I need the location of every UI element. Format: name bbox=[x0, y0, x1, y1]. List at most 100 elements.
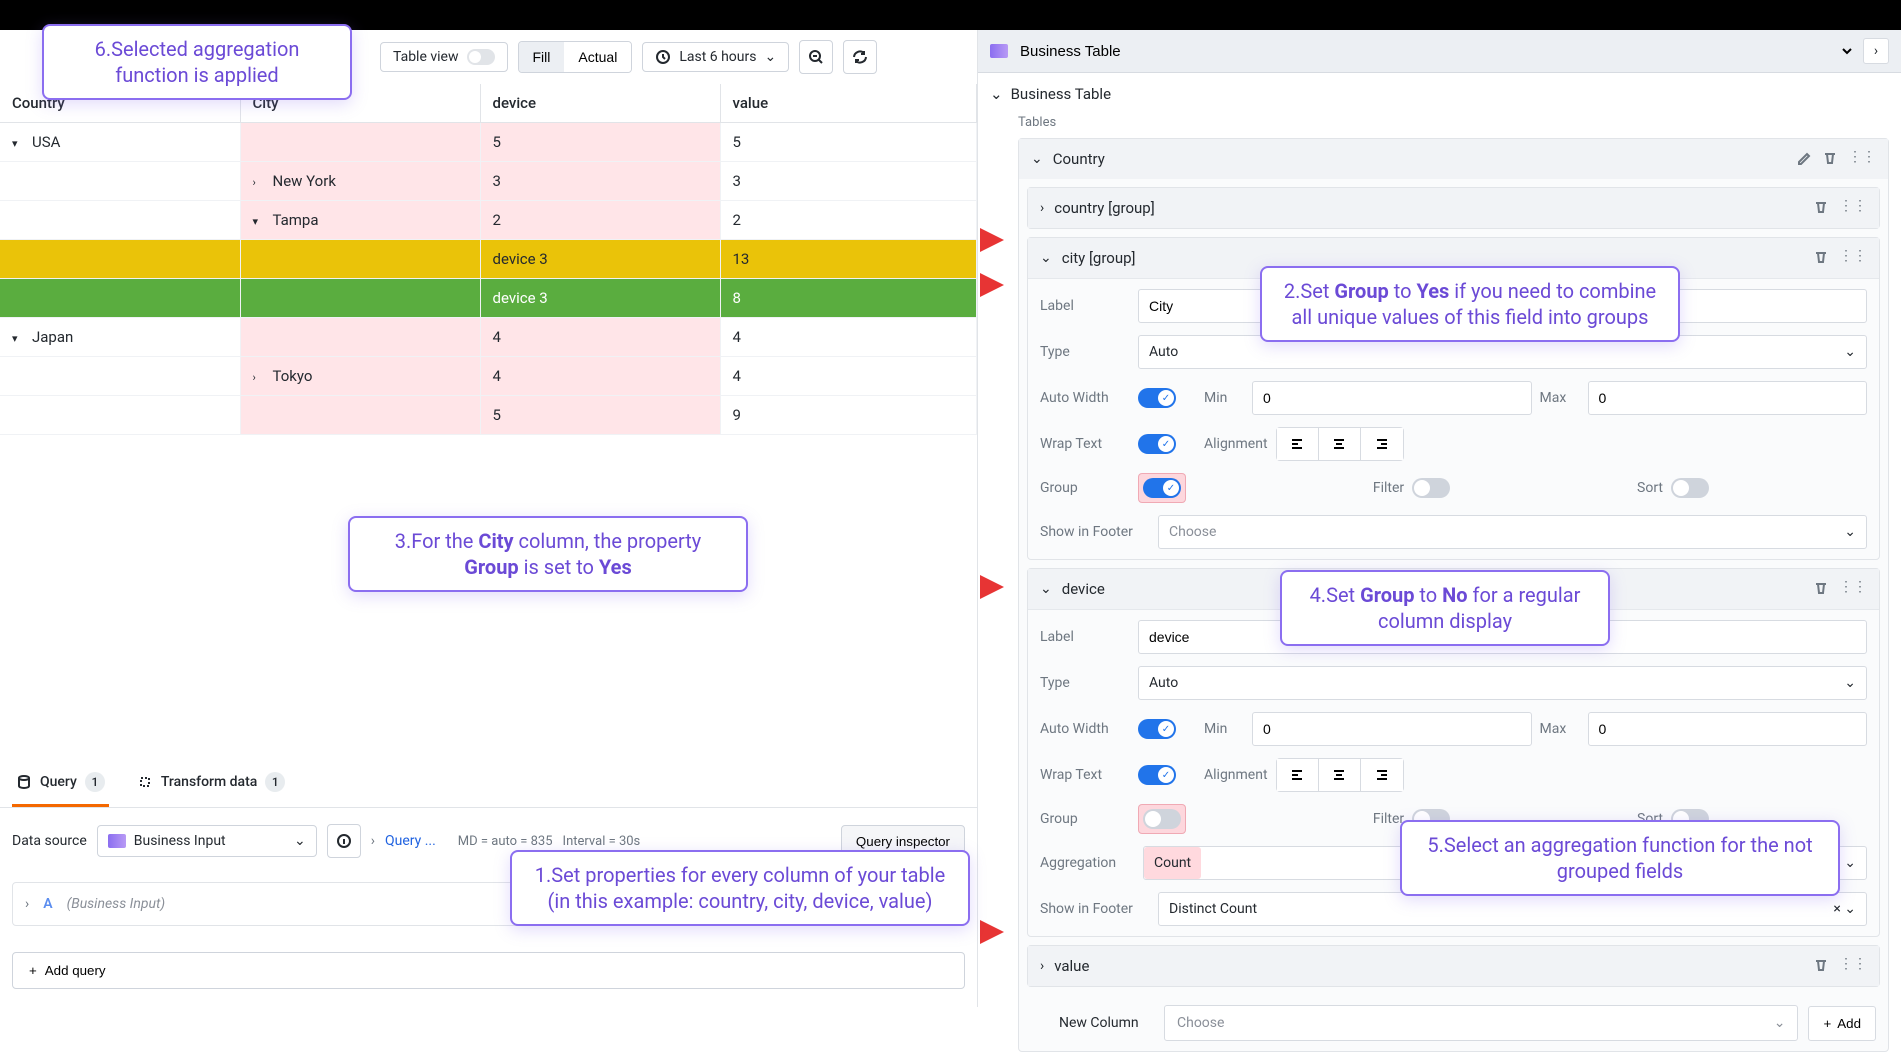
city-autowidth-switch[interactable] bbox=[1138, 388, 1176, 408]
align-left-button[interactable] bbox=[1277, 759, 1319, 791]
dev-agg-key: Aggregation bbox=[1040, 855, 1135, 871]
trash-icon[interactable] bbox=[1813, 198, 1829, 218]
query-options-link[interactable]: Query ... bbox=[385, 833, 436, 849]
tab-transform[interactable]: Transform data 1 bbox=[133, 760, 289, 807]
align-right-icon bbox=[1374, 767, 1390, 783]
tab-query[interactable]: Query 1 bbox=[12, 760, 109, 807]
trash-icon[interactable] bbox=[1813, 579, 1829, 599]
table-cell bbox=[0, 396, 240, 435]
trash-icon[interactable] bbox=[1822, 149, 1838, 169]
dev-type-key: Type bbox=[1040, 675, 1130, 691]
chevron-icon[interactable]: ▾ bbox=[12, 137, 26, 150]
table-cell bbox=[240, 279, 480, 318]
md-info: MD = auto = 835 bbox=[458, 834, 553, 849]
table-row[interactable]: device 313 bbox=[0, 240, 977, 279]
city-group-key: Group bbox=[1040, 480, 1130, 496]
table-row[interactable]: device 38 bbox=[0, 279, 977, 318]
city-align-group bbox=[1276, 427, 1404, 461]
field-country-header[interactable]: › country [group] ⋮⋮ bbox=[1028, 188, 1879, 228]
expand-icon[interactable]: › bbox=[25, 896, 29, 912]
query-id[interactable]: A bbox=[43, 896, 52, 912]
city-align-key: Alignment bbox=[1204, 436, 1268, 452]
plus-icon: + bbox=[29, 963, 37, 978]
field-country-group: › country [group] ⋮⋮ bbox=[1027, 187, 1880, 229]
drag-icon[interactable]: ⋮⋮ bbox=[1839, 956, 1867, 976]
table-view-switch[interactable] bbox=[467, 49, 495, 65]
tab-transform-count: 1 bbox=[265, 772, 285, 792]
col-device[interactable]: device bbox=[480, 84, 720, 123]
table-row[interactable]: ›Tokyo44 bbox=[0, 357, 977, 396]
city-footer-select[interactable]: Choose⌄ bbox=[1158, 515, 1867, 549]
dev-autowidth-switch[interactable] bbox=[1138, 719, 1176, 739]
panel-type-select[interactable]: Business Table bbox=[1016, 42, 1855, 61]
arrow-icon bbox=[980, 228, 1004, 252]
table-cell: ›Tokyo bbox=[240, 357, 480, 396]
table-row[interactable]: ▾Tampa22 bbox=[0, 201, 977, 240]
align-right-button[interactable] bbox=[1361, 759, 1403, 791]
edit-icon[interactable] bbox=[1796, 149, 1812, 169]
section-header[interactable]: ⌄ Business Table bbox=[990, 77, 1889, 111]
dev-type-select[interactable]: Auto⌄ bbox=[1138, 666, 1867, 700]
city-wrap-switch[interactable] bbox=[1138, 434, 1176, 454]
dev-min-input[interactable] bbox=[1252, 712, 1532, 746]
dev-wrap-switch[interactable] bbox=[1138, 765, 1176, 785]
align-center-button[interactable] bbox=[1319, 759, 1361, 791]
drag-icon[interactable]: ⋮⋮ bbox=[1848, 149, 1876, 169]
refresh-button[interactable] bbox=[843, 40, 877, 74]
dev-group-switch[interactable] bbox=[1143, 809, 1181, 829]
city-group-switch[interactable] bbox=[1143, 478, 1181, 498]
table-cell: device 3 bbox=[480, 240, 720, 279]
table-cell: 2 bbox=[720, 201, 977, 240]
data-table: Country City device value ▾USA55›New Yor… bbox=[0, 84, 977, 760]
nav-prev-button[interactable]: › bbox=[1863, 38, 1889, 64]
table-row[interactable]: 59 bbox=[0, 396, 977, 435]
city-max-input[interactable] bbox=[1588, 381, 1868, 415]
add-query-button[interactable]: + Add query bbox=[12, 952, 965, 989]
table-row[interactable]: ›New York33 bbox=[0, 162, 977, 201]
query-tabs: Query 1 Transform data 1 bbox=[0, 760, 977, 808]
align-left-button[interactable] bbox=[1277, 428, 1319, 460]
city-sort-switch[interactable] bbox=[1671, 478, 1709, 498]
table-view-toggle[interactable]: Table view bbox=[380, 42, 508, 72]
chevron-icon[interactable]: › bbox=[253, 176, 267, 189]
dev-max-input[interactable] bbox=[1588, 712, 1868, 746]
table-cell: 9 bbox=[720, 396, 977, 435]
tab-query-count: 1 bbox=[85, 772, 105, 792]
align-right-button[interactable] bbox=[1361, 428, 1403, 460]
drag-icon[interactable]: ⋮⋮ bbox=[1839, 579, 1867, 599]
city-min-input[interactable] bbox=[1252, 381, 1532, 415]
datasource-settings-button[interactable] bbox=[327, 824, 361, 858]
fill-button[interactable]: Fill bbox=[519, 42, 565, 72]
dev-max-key: Max bbox=[1540, 721, 1580, 737]
chevron-icon[interactable]: › bbox=[253, 371, 267, 384]
annotation-2: 2.Set Group to Yes if you need to combin… bbox=[1260, 266, 1680, 342]
dev-group-key: Group bbox=[1040, 811, 1130, 827]
table-cell bbox=[0, 240, 240, 279]
add-column-button[interactable]: +Add bbox=[1808, 1006, 1876, 1041]
plus-icon: + bbox=[1823, 1016, 1831, 1031]
drag-icon[interactable]: ⋮⋮ bbox=[1839, 198, 1867, 218]
table-view-label: Table view bbox=[393, 49, 459, 65]
table-row[interactable]: ▾USA55 bbox=[0, 123, 977, 162]
zoom-out-button[interactable] bbox=[799, 40, 833, 74]
chevron-icon[interactable]: ▾ bbox=[253, 215, 267, 228]
dev-label-key: Label bbox=[1040, 629, 1130, 645]
table-cell bbox=[240, 396, 480, 435]
table-row[interactable]: ▾Japan44 bbox=[0, 318, 977, 357]
col-value[interactable]: value bbox=[720, 84, 977, 123]
dev-footer-select[interactable]: Distinct Count× ⌄ bbox=[1158, 892, 1867, 926]
dev-align-key: Alignment bbox=[1204, 767, 1268, 783]
chevron-icon[interactable]: ▾ bbox=[12, 332, 26, 345]
chevron-right-icon[interactable]: › bbox=[371, 833, 375, 849]
new-column-select[interactable]: Choose⌄ bbox=[1164, 1005, 1798, 1041]
field-value-header[interactable]: › value ⋮⋮ bbox=[1028, 946, 1879, 986]
drag-icon[interactable]: ⋮⋮ bbox=[1839, 248, 1867, 268]
trash-icon[interactable] bbox=[1813, 248, 1829, 268]
align-center-button[interactable] bbox=[1319, 428, 1361, 460]
group-country-header[interactable]: ⌄ Country ⋮⋮ bbox=[1019, 139, 1888, 179]
datasource-select[interactable]: Business Input ⌄ bbox=[97, 825, 317, 857]
city-filter-switch[interactable] bbox=[1412, 478, 1450, 498]
time-range-picker[interactable]: Last 6 hours ⌄ bbox=[642, 42, 789, 72]
actual-button[interactable]: Actual bbox=[564, 42, 631, 72]
trash-icon[interactable] bbox=[1813, 956, 1829, 976]
